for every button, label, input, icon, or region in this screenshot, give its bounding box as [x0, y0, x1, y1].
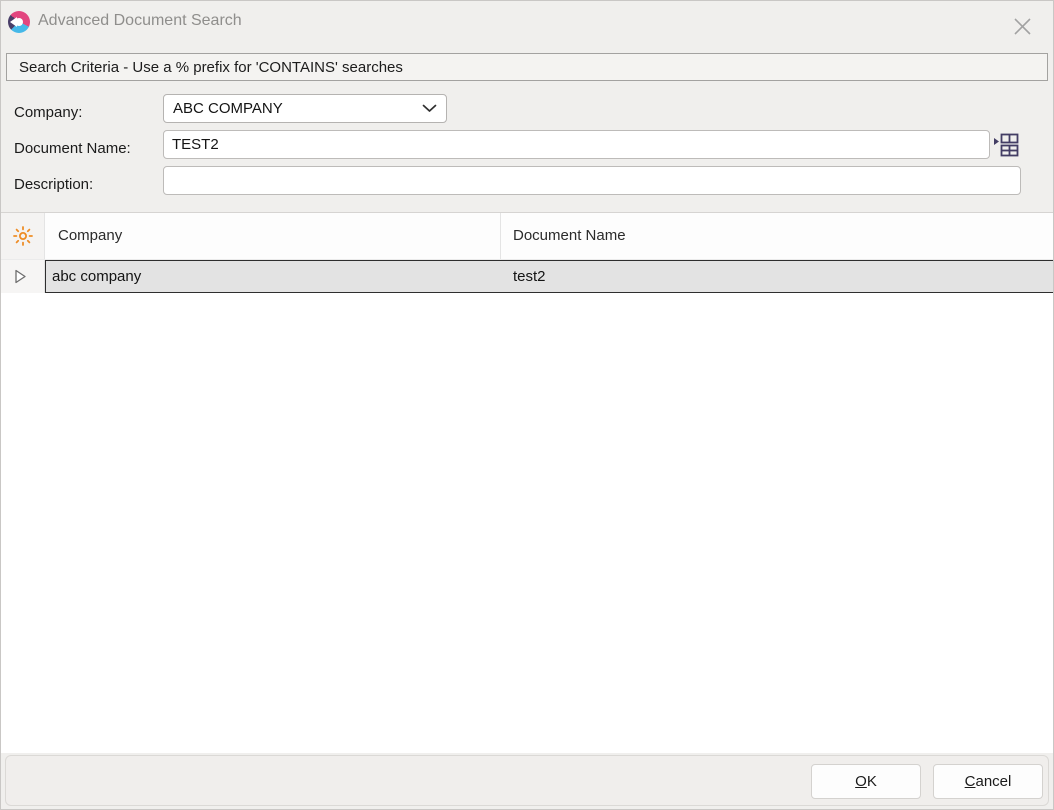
triangle-right-icon	[14, 269, 27, 284]
selected-row[interactable]: abc company test2	[45, 260, 1053, 293]
advanced-document-search-dialog: Advanced Document Search Search Criteria…	[0, 0, 1054, 810]
chevron-down-icon	[422, 104, 437, 113]
search-criteria-banner: Search Criteria - Use a % prefix for 'CO…	[6, 53, 1048, 81]
ok-button-mnemonic: O	[855, 773, 867, 790]
row-selector-cell[interactable]	[1, 260, 45, 293]
cancel-button[interactable]: Cancel	[933, 764, 1043, 799]
ok-button[interactable]: OK	[811, 764, 921, 799]
sun-busy-icon	[12, 225, 34, 247]
grid-header-row: Company Document Name	[1, 213, 1053, 260]
company-dropdown-value: ABC COMPANY	[173, 100, 422, 117]
description-label: Description:	[14, 176, 93, 193]
company-label: Company:	[14, 104, 82, 121]
close-x-icon	[1013, 17, 1032, 36]
cancel-button-rest: ancel	[975, 773, 1011, 790]
column-header-company[interactable]: Company	[46, 213, 500, 259]
app-logo-icon	[8, 11, 30, 33]
ok-button-rest: K	[867, 773, 877, 790]
app-logo-chevron	[10, 17, 17, 27]
window-title: Advanced Document Search	[38, 12, 242, 30]
document-name-label: Document Name:	[14, 140, 131, 157]
document-lookup-button[interactable]	[991, 131, 1021, 159]
search-criteria-text: Search Criteria - Use a % prefix for 'CO…	[19, 59, 403, 76]
column-header-document-name[interactable]: Document Name	[501, 213, 1053, 259]
document-name-input[interactable]	[163, 130, 990, 159]
description-input[interactable]	[163, 166, 1021, 195]
results-grid: Company Document Name abc company test2	[1, 212, 1053, 753]
close-button[interactable]	[1002, 8, 1042, 44]
table-lookup-icon	[992, 132, 1020, 158]
grid-corner-cell	[1, 213, 45, 259]
table-row: abc company test2	[1, 260, 1053, 293]
cancel-button-mnemonic: C	[965, 773, 976, 790]
company-dropdown[interactable]: ABC COMPANY	[163, 94, 447, 123]
title-bar: Advanced Document Search	[0, 0, 1054, 53]
cell-document-name[interactable]: test2	[501, 261, 1053, 292]
cell-company[interactable]: abc company	[46, 261, 501, 292]
